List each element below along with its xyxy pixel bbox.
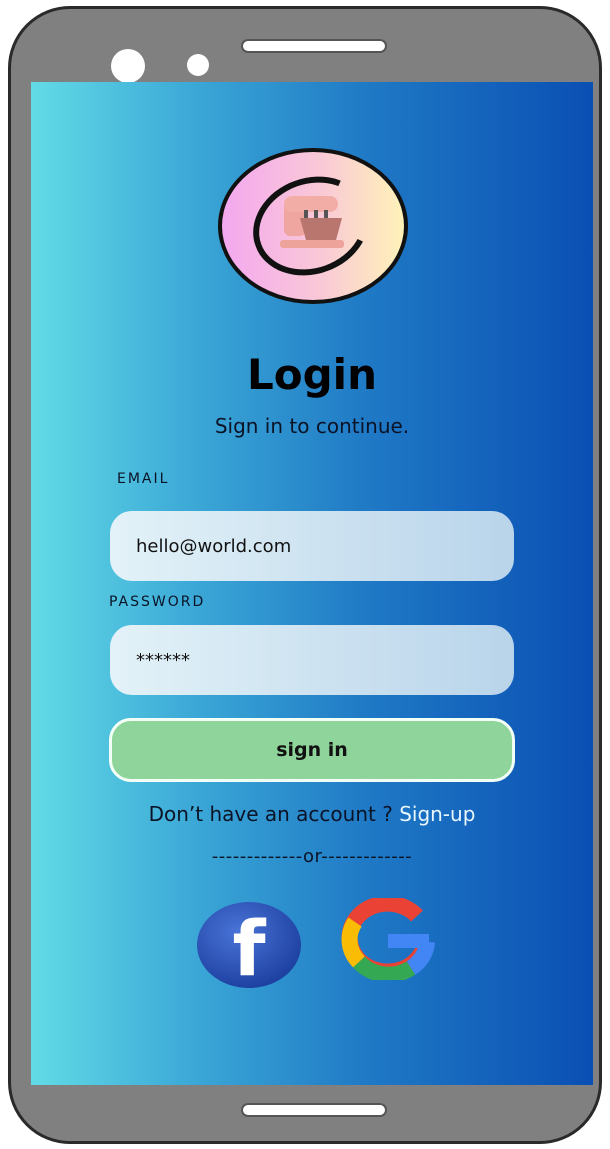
page-title: Login	[247, 350, 377, 399]
password-field[interactable]: ******	[110, 625, 514, 695]
sensor-icon	[187, 54, 209, 76]
page-subtitle: Sign in to continue.	[214, 414, 410, 438]
facebook-icon[interactable]: f	[195, 900, 303, 990]
facebook-letter: f	[232, 904, 266, 990]
google-icon[interactable]	[339, 898, 437, 980]
password-label: PASSWORD	[109, 594, 206, 610]
account-prompt: Don’t have an account ? Sign-up	[31, 802, 593, 826]
sign-up-link[interactable]: Sign-up	[399, 802, 475, 826]
login-screen: Login Sign in to continue. EMAIL hello@w…	[31, 82, 593, 1085]
account-prompt-text: Don’t have an account ?	[148, 802, 393, 826]
home-bar[interactable]	[241, 1103, 387, 1117]
sign-in-label: sign in	[276, 739, 348, 761]
email-field[interactable]: hello@world.com	[110, 511, 514, 581]
stand-mixer-icon	[280, 196, 344, 248]
camera-icon	[111, 49, 145, 83]
email-label: EMAIL	[117, 471, 170, 487]
sign-in-button[interactable]: sign in	[109, 718, 515, 782]
password-value: ******	[136, 649, 190, 671]
speaker-slot	[241, 39, 387, 53]
email-value: hello@world.com	[136, 535, 292, 557]
app-logo	[218, 148, 408, 304]
or-divider: -------------or-------------	[211, 846, 413, 867]
